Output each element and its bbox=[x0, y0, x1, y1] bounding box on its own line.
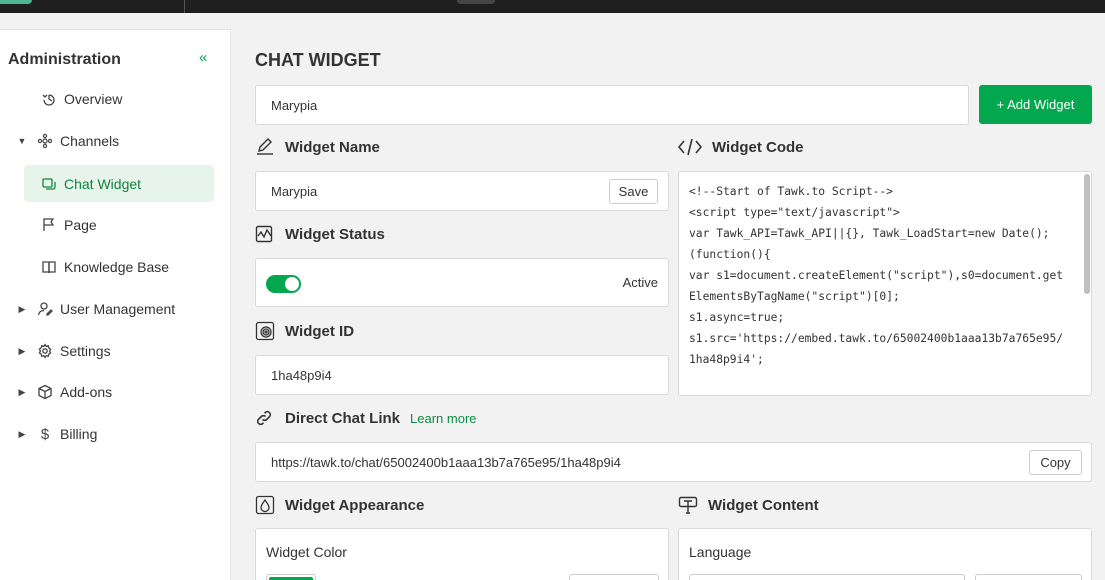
sidebar: Administration « Overview ▼ Channels Cha… bbox=[0, 29, 231, 580]
caret-right-icon: ▶ bbox=[18, 386, 26, 397]
widget-id-field[interactable]: 1ha48p9i4 bbox=[255, 355, 669, 395]
widget-id-heading: Widget ID bbox=[255, 321, 354, 341]
caret-down-icon: ▼ bbox=[17, 136, 27, 146]
sidebar-item-label: Overview bbox=[64, 91, 123, 107]
widget-name-heading: Widget Name bbox=[255, 137, 380, 157]
sidebar-item-label: Page bbox=[64, 217, 97, 233]
appearance-icon bbox=[255, 495, 277, 515]
sidebar-item-settings[interactable]: ▶ Settings bbox=[16, 333, 214, 369]
top-bar bbox=[0, 0, 1105, 13]
widget-select-value: Marypia bbox=[271, 97, 318, 113]
widget-status-heading: Widget Status bbox=[255, 224, 385, 244]
sidebar-item-label: Billing bbox=[60, 426, 98, 442]
caret-right-icon: ▶ bbox=[18, 428, 26, 439]
user-management-icon bbox=[36, 300, 54, 318]
sidebar-item-channels[interactable]: ▼ Channels bbox=[16, 123, 214, 159]
main-content: CHAT WIDGET Marypia + Add Widget Widget … bbox=[232, 13, 1105, 580]
widget-appearance-heading: Widget Appearance bbox=[255, 495, 424, 515]
widget-content-heading: Widget Content bbox=[678, 495, 819, 515]
book-icon bbox=[40, 258, 58, 276]
add-widget-button[interactable]: + Add Widget bbox=[979, 85, 1092, 124]
text-content-icon bbox=[678, 495, 700, 515]
widget-status-text: Active bbox=[622, 275, 658, 290]
sidebar-item-add-ons[interactable]: ▶ Add-ons bbox=[16, 374, 214, 410]
learn-more-link[interactable]: Learn more bbox=[410, 411, 476, 426]
sidebar-title: Administration bbox=[8, 51, 121, 68]
gear-icon bbox=[36, 342, 54, 360]
sidebar-item-knowledge-base[interactable]: Knowledge Base bbox=[24, 249, 214, 285]
widget-color-input[interactable] bbox=[569, 574, 659, 580]
top-bar-divider bbox=[184, 0, 185, 13]
code-scrollbar[interactable] bbox=[1084, 174, 1090, 294]
box-icon bbox=[36, 383, 54, 401]
code-icon bbox=[678, 137, 704, 157]
top-bar-pill[interactable] bbox=[457, 0, 495, 4]
widget-name-input[interactable]: Marypia bbox=[255, 171, 669, 211]
sidebar-item-label: Add-ons bbox=[60, 384, 113, 400]
copy-button[interactable]: Copy bbox=[1029, 450, 1082, 475]
sidebar-item-label: Chat Widget bbox=[64, 175, 142, 192]
link-icon bbox=[255, 408, 277, 428]
pulse-icon bbox=[255, 224, 277, 244]
widget-color-label: Widget Color bbox=[266, 544, 347, 560]
channels-icon bbox=[36, 132, 54, 150]
widget-id-value: 1ha48p9i4 bbox=[271, 367, 332, 383]
sidebar-item-label: Settings bbox=[60, 343, 111, 359]
widget-color-swatch[interactable] bbox=[266, 574, 316, 580]
widget-name-value: Marypia bbox=[271, 183, 318, 199]
widget-code-text: <!--Start of Tawk.to Script--> <script t… bbox=[689, 185, 1064, 366]
sidebar-item-user-management[interactable]: ▶ User Management bbox=[16, 291, 214, 327]
language-select[interactable] bbox=[689, 574, 965, 580]
sidebar-item-billing[interactable]: ▶ $ Billing bbox=[16, 416, 214, 452]
language-action-button[interactable] bbox=[975, 574, 1082, 580]
sidebar-item-label: User Management bbox=[60, 301, 176, 317]
page-flag-icon bbox=[40, 216, 58, 234]
sidebar-item-chat-widget[interactable]: Chat Widget bbox=[24, 165, 214, 202]
pencil-icon bbox=[255, 137, 277, 157]
chat-widget-icon bbox=[40, 175, 58, 193]
caret-right-icon: ▶ bbox=[18, 345, 26, 356]
widget-status-card: Active bbox=[255, 258, 669, 307]
widget-appearance-card: Widget Color bbox=[255, 528, 669, 580]
sidebar-item-label: Knowledge Base bbox=[64, 259, 170, 275]
direct-chat-link-value: https://tawk.to/chat/65002400b1aaa13b7a7… bbox=[271, 454, 621, 470]
dollar-icon: $ bbox=[40, 425, 50, 443]
top-bar-accent bbox=[0, 0, 32, 4]
fingerprint-icon bbox=[255, 321, 277, 341]
widget-code-textarea[interactable]: <!--Start of Tawk.to Script--> <script t… bbox=[678, 171, 1092, 396]
widget-content-card: Language bbox=[678, 528, 1092, 580]
sidebar-item-page[interactable]: Page bbox=[24, 207, 214, 243]
direct-chat-link-heading: Direct Chat Link Learn more bbox=[255, 408, 477, 428]
sidebar-item-label: Channels bbox=[60, 133, 120, 149]
caret-right-icon: ▶ bbox=[18, 303, 26, 314]
collapse-sidebar-icon[interactable]: « bbox=[199, 49, 207, 66]
save-button[interactable]: Save bbox=[609, 179, 658, 204]
language-label: Language bbox=[689, 544, 752, 560]
widget-status-toggle[interactable] bbox=[266, 275, 301, 293]
widget-code-heading: Widget Code bbox=[678, 137, 804, 157]
sidebar-item-overview[interactable]: Overview bbox=[24, 81, 214, 117]
page-title: CHAT WIDGET bbox=[255, 50, 381, 70]
direct-chat-link-field[interactable]: https://tawk.to/chat/65002400b1aaa13b7a7… bbox=[255, 442, 1092, 482]
overview-icon bbox=[40, 90, 58, 108]
widget-select-dropdown[interactable]: Marypia bbox=[255, 85, 969, 125]
